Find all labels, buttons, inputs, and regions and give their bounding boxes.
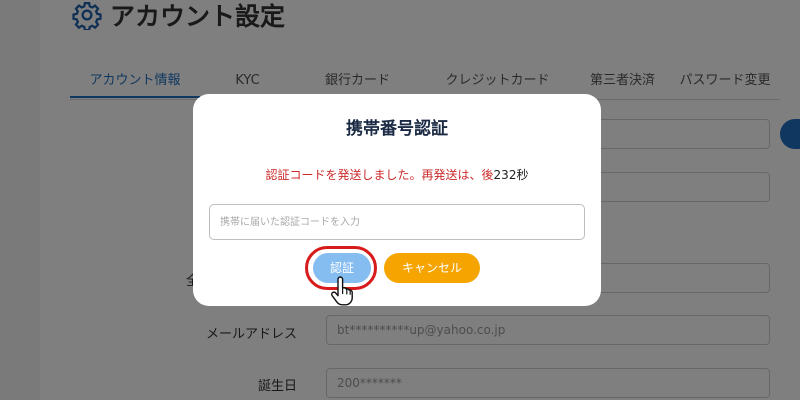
verification-code-input[interactable] xyxy=(209,204,585,240)
hand-pointer-icon xyxy=(331,276,353,306)
verification-sent-message: 認証コードを発送しました。再発送は、後232秒 xyxy=(193,166,601,183)
message-text: 認証コードを発送しました。再発送は、後 xyxy=(265,168,494,182)
dialog-title: 携帯番号認証 xyxy=(346,119,448,139)
resend-countdown: 232秒 xyxy=(493,168,529,182)
phone-verification-dialog: 携帯番号認証 認証コードを発送しました。再発送は、後232秒 認証 キャンセル xyxy=(193,94,601,306)
cancel-button[interactable]: キャンセル xyxy=(384,253,480,283)
